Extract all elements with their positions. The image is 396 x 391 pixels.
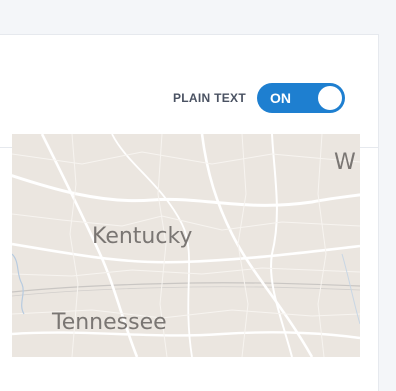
toggle-state-label: ON <box>270 90 291 106</box>
map-view[interactable]: Kentucky Tennessee W <box>12 134 360 357</box>
toggle-knob <box>318 86 342 110</box>
map-label-partial-w: W <box>334 150 356 175</box>
card-toolbar: PLAIN TEXT ON <box>0 35 378 147</box>
plain-text-label: PLAIN TEXT <box>172 91 246 105</box>
top-strip <box>0 0 396 10</box>
plain-text-toggle[interactable]: ON <box>257 83 345 113</box>
page: PLAIN TEXT ON Kentucky Tennessee W <box>0 0 396 391</box>
map-label-kentucky: Kentucky <box>92 224 193 249</box>
map-label-tennessee: Tennessee <box>52 310 167 335</box>
